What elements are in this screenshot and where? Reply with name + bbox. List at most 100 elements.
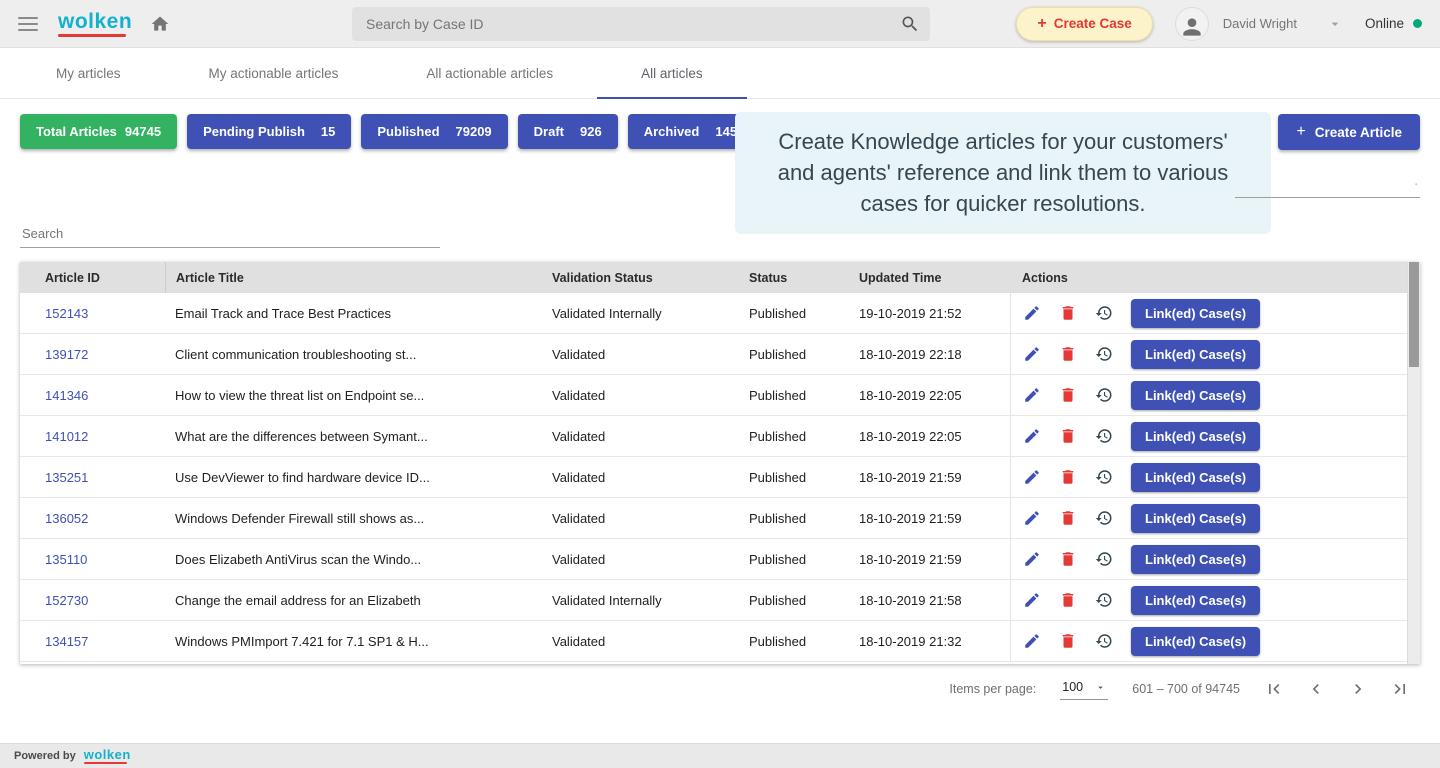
stats-row: Total Articles 94745 Pending Publish 15 …: [20, 114, 768, 149]
column-header-updated-time[interactable]: Updated Time: [847, 271, 1010, 285]
avatar[interactable]: [1175, 7, 1209, 41]
stat-label: Archived: [644, 124, 700, 139]
history-icon[interactable]: [1095, 427, 1113, 445]
validation-status: Validated Internally: [540, 593, 737, 608]
article-id-link[interactable]: 136052: [45, 511, 88, 526]
stat-total-articles[interactable]: Total Articles 94745: [20, 114, 177, 149]
linked-cases-button[interactable]: Link(ed) Case(s): [1131, 299, 1260, 328]
article-id-link[interactable]: 135110: [45, 552, 87, 567]
column-header-validation-status[interactable]: Validation Status: [540, 271, 737, 285]
article-id-link[interactable]: 152730: [45, 593, 88, 608]
tab-my-articles[interactable]: My articles: [12, 48, 165, 98]
home-icon[interactable]: [150, 14, 170, 34]
next-page-button[interactable]: [1348, 679, 1368, 699]
chevron-down-icon: [1095, 682, 1106, 693]
search-icon[interactable]: [1415, 175, 1418, 194]
column-header-actions: Actions: [1010, 271, 1407, 285]
article-id-link[interactable]: 134157: [45, 634, 88, 649]
article-status: Published: [737, 429, 847, 444]
app-root: wolken + Create Case David Wright Online…: [0, 0, 1440, 768]
linked-cases-button[interactable]: Link(ed) Case(s): [1131, 463, 1260, 492]
linked-cases-button[interactable]: Link(ed) Case(s): [1131, 545, 1260, 574]
linked-cases-button[interactable]: Link(ed) Case(s): [1131, 381, 1260, 410]
stat-value: 15: [321, 124, 335, 139]
status-label[interactable]: Online: [1365, 16, 1404, 31]
create-case-button[interactable]: + Create Case: [1016, 7, 1152, 41]
plus-icon: +: [1296, 123, 1305, 141]
validation-status: Validated: [540, 347, 737, 362]
create-article-button[interactable]: + Create Article: [1278, 114, 1420, 150]
edit-icon[interactable]: [1023, 386, 1041, 404]
chevron-down-icon[interactable]: [1327, 16, 1343, 32]
article-status: Published: [737, 470, 847, 485]
column-header-article-id[interactable]: Article ID: [20, 271, 165, 285]
article-id-link[interactable]: 141346: [45, 388, 88, 403]
stat-published[interactable]: Published 79209: [361, 114, 507, 149]
linked-cases-button[interactable]: Link(ed) Case(s): [1131, 627, 1260, 656]
edit-icon[interactable]: [1023, 550, 1041, 568]
delete-icon[interactable]: [1059, 386, 1077, 404]
linked-cases-button[interactable]: Link(ed) Case(s): [1131, 340, 1260, 369]
edit-icon[interactable]: [1023, 509, 1041, 527]
delete-icon[interactable]: [1059, 427, 1077, 445]
history-icon[interactable]: [1095, 509, 1113, 527]
stat-pending-publish[interactable]: Pending Publish 15: [187, 114, 351, 149]
previous-page-button[interactable]: [1306, 679, 1326, 699]
article-id-link[interactable]: 152143: [45, 306, 88, 321]
history-icon[interactable]: [1095, 468, 1113, 486]
pagination-bar: Items per page: 100 601 – 700 of 94745: [949, 678, 1410, 700]
history-icon[interactable]: [1095, 345, 1113, 363]
edit-icon[interactable]: [1023, 468, 1041, 486]
stat-label: Draft: [534, 124, 564, 139]
case-search-input[interactable]: [352, 16, 900, 32]
scrollbar-thumb[interactable]: [1409, 262, 1419, 367]
delete-icon[interactable]: [1059, 304, 1077, 322]
info-banner-text: Create Knowledge articles for your custo…: [761, 126, 1245, 220]
delete-icon[interactable]: [1059, 345, 1077, 363]
user-name[interactable]: David Wright: [1223, 16, 1297, 31]
menu-icon[interactable]: [18, 17, 38, 31]
article-id-link[interactable]: 135251: [45, 470, 88, 485]
updated-time: 19-10-2019 21:52: [847, 306, 1010, 321]
stat-label: Pending Publish: [203, 124, 305, 139]
logo-text: wolken: [58, 11, 132, 32]
column-header-status[interactable]: Status: [737, 271, 847, 285]
stat-draft[interactable]: Draft 926: [518, 114, 618, 149]
history-icon[interactable]: [1095, 304, 1113, 322]
edit-icon[interactable]: [1023, 632, 1041, 650]
tab-all-articles[interactable]: All articles: [597, 48, 747, 98]
article-id-link[interactable]: 141012: [45, 429, 88, 444]
page-size-select[interactable]: 100: [1060, 678, 1108, 700]
table-filter: [20, 220, 440, 248]
first-page-button[interactable]: [1264, 679, 1284, 699]
table-scrollbar[interactable]: [1407, 262, 1420, 664]
delete-icon[interactable]: [1059, 550, 1077, 568]
article-title: What are the differences between Symant.…: [165, 429, 540, 444]
linked-cases-button[interactable]: Link(ed) Case(s): [1131, 422, 1260, 451]
delete-icon[interactable]: [1059, 591, 1077, 609]
delete-icon[interactable]: [1059, 632, 1077, 650]
last-page-button[interactable]: [1390, 679, 1410, 699]
table-filter-input[interactable]: [20, 220, 440, 248]
column-header-article-title[interactable]: Article Title: [165, 262, 540, 293]
edit-icon[interactable]: [1023, 345, 1041, 363]
tab-my-actionable-articles[interactable]: My actionable articles: [165, 48, 383, 98]
history-icon[interactable]: [1095, 632, 1113, 650]
delete-icon[interactable]: [1059, 468, 1077, 486]
history-icon[interactable]: [1095, 386, 1113, 404]
article-title: Windows Defender Firewall still shows as…: [165, 511, 540, 526]
linked-cases-button[interactable]: Link(ed) Case(s): [1131, 586, 1260, 615]
history-icon[interactable]: [1095, 591, 1113, 609]
tab-all-actionable-articles[interactable]: All actionable articles: [382, 48, 597, 98]
edit-icon[interactable]: [1023, 591, 1041, 609]
person-icon: [1179, 14, 1205, 40]
linked-cases-button[interactable]: Link(ed) Case(s): [1131, 504, 1260, 533]
edit-icon[interactable]: [1023, 304, 1041, 322]
search-icon[interactable]: [900, 14, 920, 34]
article-id-link[interactable]: 139172: [45, 347, 88, 362]
history-icon[interactable]: [1095, 550, 1113, 568]
article-quick-search-input[interactable]: [1235, 174, 1415, 197]
delete-icon[interactable]: [1059, 509, 1077, 527]
edit-icon[interactable]: [1023, 427, 1041, 445]
table-row: 141012 What are the differences between …: [20, 416, 1407, 457]
